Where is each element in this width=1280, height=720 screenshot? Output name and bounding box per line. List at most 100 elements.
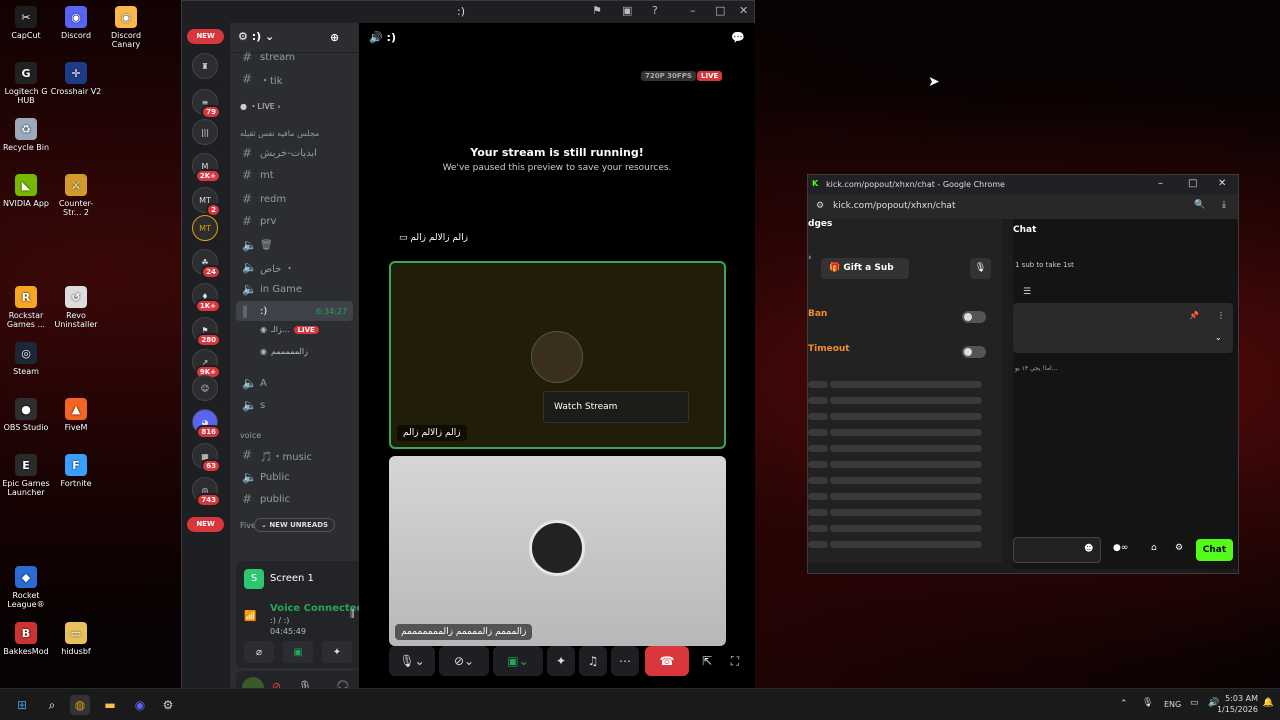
server-icon[interactable]: ↗ 9K+: [192, 349, 221, 379]
chevron-down-icon[interactable]: ⌄: [1215, 333, 1222, 342]
desktop-shortcut[interactable]: B BakkesMod: [0, 622, 52, 656]
text-channel[interactable]: # 🎵・music: [236, 445, 353, 465]
text-channel[interactable]: # ابديات-خربش: [236, 143, 353, 163]
more-button[interactable]: ⋯: [611, 646, 639, 676]
microphone-icon[interactable]: 🎙: [1142, 698, 1153, 708]
desktop-shortcut[interactable]: ♻ Recycle Bin: [0, 118, 52, 152]
chat-bubble-icon[interactable]: 💬: [731, 31, 745, 44]
soundboard-button[interactable]: ♫: [579, 646, 607, 676]
server-icon[interactable]: ◕ 816: [192, 409, 221, 439]
more-icon[interactable]: ⋮: [1217, 311, 1225, 320]
voice-channel[interactable]: 🔈 خاص ・: [236, 257, 353, 277]
desktop-shortcut[interactable]: G Logitech G HUB: [0, 62, 52, 105]
desktop-shortcut[interactable]: ● OBS Studio: [0, 398, 52, 432]
minimize-button[interactable]: –: [690, 4, 696, 17]
maximize-button[interactable]: □: [1188, 178, 1197, 189]
participant-tile[interactable]: زالمممم زالممممم زالمممممممم: [389, 456, 726, 646]
gift-sub-button[interactable]: 🎁 Gift a Sub: [821, 258, 909, 279]
server-folder[interactable]: ◎ 743: [192, 477, 221, 507]
text-channel[interactable]: # stream: [236, 47, 353, 67]
clock[interactable]: 5:03 AM 1/15/2026: [1217, 693, 1258, 715]
channel-category[interactable]: مجلس مافيه نفس ثقيله: [240, 129, 319, 138]
desktop-shortcut[interactable]: ✂ CapCut: [0, 6, 52, 40]
server-icon[interactable]: ☘ 24: [192, 249, 221, 279]
fullscreen-button[interactable]: ⛶: [723, 646, 747, 676]
desktop-shortcut[interactable]: ◣ NVIDIA App: [0, 174, 52, 208]
voice-channel[interactable]: 🔈 🗑: [236, 235, 353, 255]
reaction-icon[interactable]: ●∞: [1113, 543, 1128, 553]
noise-suppression-icon[interactable]: ⫼: [350, 609, 355, 620]
server-folder[interactable]: ▦ 63: [192, 443, 221, 473]
desktop-shortcut[interactable]: ↺ Revo Uninstaller: [50, 286, 102, 329]
app-icon[interactable]: ⚙: [158, 695, 178, 715]
voice-channel[interactable]: ‖:) 6:34:27: [236, 301, 353, 321]
text-channel[interactable]: # public: [236, 489, 353, 509]
download-icon[interactable]: ⤓: [1222, 200, 1226, 210]
screen-share-button[interactable]: ▣: [283, 641, 313, 663]
server-icon[interactable]: ☺: [192, 375, 218, 401]
pinned-message[interactable]: 📌 ⋮ ⌄: [1013, 303, 1233, 353]
help-icon[interactable]: ?: [652, 4, 658, 17]
maximize-button[interactable]: □: [715, 4, 725, 17]
text-channel[interactable]: # ・tik: [236, 69, 353, 89]
network-icon[interactable]: ▭: [1190, 698, 1199, 708]
server-icon[interactable]: ♦ 1K+: [192, 283, 221, 313]
inbox-icon[interactable]: ⚑: [592, 4, 602, 17]
chat-send-button[interactable]: Chat: [1196, 539, 1233, 561]
server-icon[interactable]: M 2K+: [192, 153, 221, 183]
text-channel[interactable]: # prv: [236, 211, 353, 231]
start-icon[interactable]: ⊞: [12, 695, 32, 715]
text-channel[interactable]: # redm: [236, 189, 353, 209]
desktop-shortcut[interactable]: E Epic Games Launcher: [0, 454, 52, 497]
ban-toggle[interactable]: [962, 311, 986, 323]
chat-input[interactable]: ☻: [1013, 537, 1101, 563]
desktop-shortcut[interactable]: F Fortnite: [50, 454, 102, 488]
new-pill[interactable]: NEW: [187, 29, 224, 44]
voice-channel[interactable]: 🔈 in Game: [236, 279, 353, 299]
activities-button[interactable]: ✦: [547, 646, 575, 676]
desktop-shortcut[interactable]: ◉ Discord Canary: [100, 6, 152, 49]
chevron-icon[interactable]: ›: [808, 253, 812, 263]
close-button[interactable]: ✕: [739, 4, 748, 17]
screen-share-button[interactable]: ▣⌄: [493, 646, 543, 676]
desktop-shortcut[interactable]: ◆ Rocket League®: [0, 566, 52, 609]
address-bar[interactable]: ⚙ kick.com/popout/xhxn/chat 🔍 ⤓: [808, 195, 1238, 219]
close-button[interactable]: ✕: [1218, 178, 1226, 189]
voice-channel[interactable]: :) / :): [270, 616, 289, 625]
server-icon[interactable]: ♜: [192, 53, 218, 79]
voice-channel[interactable]: 🔈 A: [236, 373, 353, 393]
camera-off-button[interactable]: ⌀: [244, 641, 274, 663]
server-icon[interactable]: MT: [192, 215, 218, 241]
timeout-toggle[interactable]: [962, 346, 986, 358]
discord-icon[interactable]: ◉: [130, 695, 150, 715]
settings-icon[interactable]: ⚙: [1175, 543, 1183, 553]
desktop-shortcut[interactable]: ◎ Steam: [0, 342, 52, 376]
minimize-button[interactable]: –: [1158, 178, 1163, 189]
desktop-shortcut[interactable]: ⚔ Counter-Str... 2: [50, 174, 102, 217]
voice-user[interactable]: ◉ زالـ... LIVE: [260, 325, 319, 334]
server-icon[interactable]: ⚑ 280: [192, 317, 221, 347]
chrome-icon[interactable]: ◍: [70, 695, 90, 715]
desktop-shortcut[interactable]: ✛ Crosshair V2: [50, 62, 102, 96]
new-pill-bottom[interactable]: NEW: [187, 517, 224, 532]
notification-icon[interactable]: 🔔: [1263, 698, 1274, 708]
camera-button[interactable]: ⊘⌄: [439, 646, 489, 676]
window-icon[interactable]: ▣: [622, 4, 632, 17]
desktop-shortcut[interactable]: ▲ FiveM: [50, 398, 102, 432]
filter-icon[interactable]: ☰: [1023, 287, 1031, 297]
new-unreads-pill[interactable]: ⌄ NEW UNREADS: [254, 518, 336, 532]
channel-category[interactable]: ● ・LIVE ›: [240, 101, 281, 112]
server-icon[interactable]: ≡ 79: [192, 89, 221, 119]
voice-channel[interactable]: 🔈 s: [236, 395, 353, 415]
show-hidden-icon[interactable]: ⌃: [1120, 699, 1128, 709]
zoom-icon[interactable]: 🔍: [1194, 200, 1205, 210]
desktop-shortcut[interactable]: ◉ Discord: [50, 6, 102, 40]
site-info-icon[interactable]: ⚙: [816, 201, 824, 211]
channel-category[interactable]: voice: [240, 431, 261, 440]
disconnect-button[interactable]: ☎: [645, 646, 689, 676]
activities-button[interactable]: ✦: [322, 641, 352, 663]
watch-stream-button[interactable]: Watch Stream: [543, 391, 689, 423]
mic-button[interactable]: 🎙⌄: [389, 646, 435, 676]
add-member-icon[interactable]: ⊕: [330, 31, 339, 44]
file-explorer-icon[interactable]: ▬: [100, 695, 120, 715]
